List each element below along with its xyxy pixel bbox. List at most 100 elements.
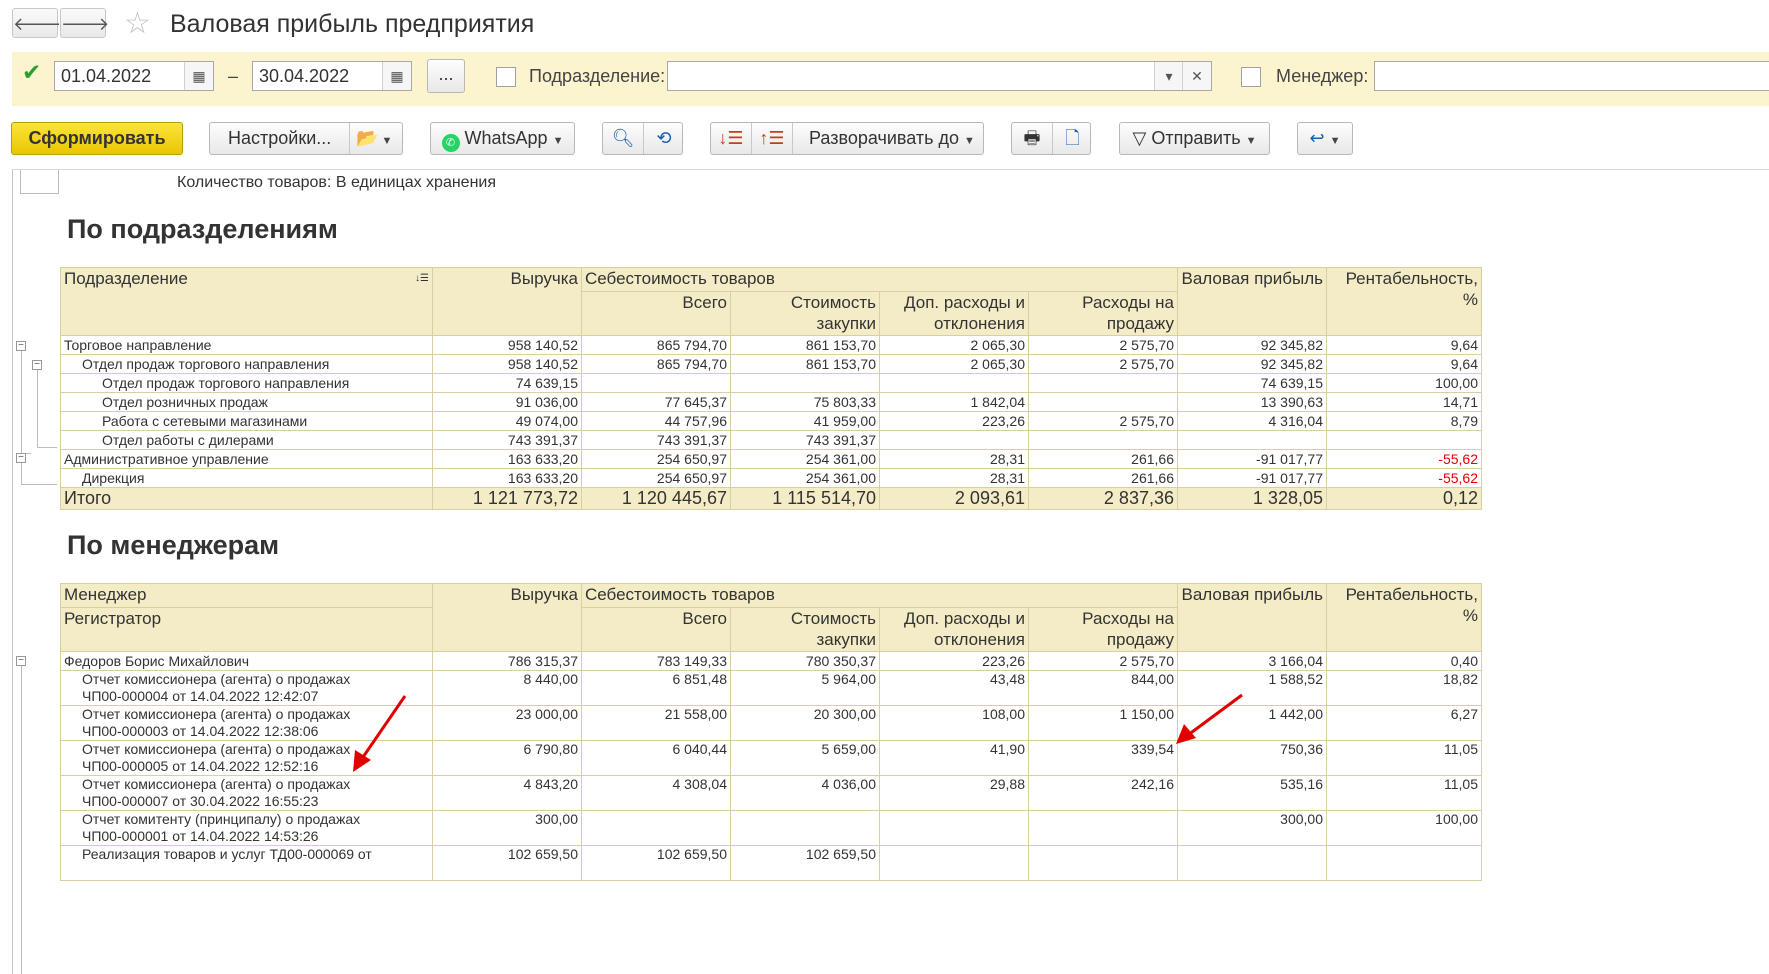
cell-registrar[interactable]: Отчет комиссионера (агента) о продажах ЧП… (60, 775, 433, 811)
cell-cost-total: 254 650,97 (581, 449, 731, 469)
cell-revenue: 786 315,37 (432, 651, 582, 671)
cell-revenue: 4 843,20 (432, 775, 582, 811)
cell-cost-total: 4 308,04 (581, 775, 731, 811)
print-icon[interactable]: 🖶 (1012, 123, 1052, 154)
managers-table: Менеджер Выручка Себестоимость товаров В… (60, 583, 1482, 881)
cell-profitability: -55,62 (1326, 449, 1482, 469)
arrow-left-icon: 🡐 (13, 14, 62, 34)
table-row[interactable]: Реализация товаров и услуг ТД00-000069 о… (60, 845, 1482, 881)
cell-sale-expenses: 261,66 (1028, 449, 1178, 469)
search-refresh-icon[interactable]: ⟲ (644, 123, 684, 154)
cell-sale-expenses: 2 575,70 (1028, 354, 1178, 374)
clear-icon[interactable]: ✕ (1182, 62, 1211, 90)
col-header-gross-profit: Валовая прибыль (1177, 267, 1327, 336)
cell-extra: 43,48 (879, 670, 1029, 706)
collapse-icon[interactable]: − (16, 453, 26, 463)
col-header-purchase: Стоимость закупки (730, 291, 880, 336)
folder-icon[interactable]: 📂 ▼ (356, 123, 392, 157)
period-select-button[interactable]: ... (427, 59, 465, 93)
cell-sale-expenses (1028, 392, 1178, 412)
cell-sale-expenses (1028, 845, 1178, 881)
cell-name: Отдел продаж торгового направления (60, 354, 433, 374)
cell-sale-expenses: 2 837,36 (1028, 487, 1178, 510)
subdivision-checkbox[interactable] (496, 67, 516, 87)
col-header-extra: Доп. расходы и отклонения (879, 607, 1029, 652)
manager-field[interactable] (1374, 61, 1769, 91)
subdivision-field[interactable]: ▾ ✕ (667, 61, 1212, 91)
sort-icon[interactable]: ↓☰ (415, 269, 429, 290)
date-from-field[interactable]: 01.04.2022 ▦ (54, 61, 214, 91)
generate-button[interactable]: Сформировать (11, 122, 183, 155)
col-header-gross-profit: Валовая прибыль (1177, 583, 1327, 652)
table-row[interactable]: Отчет комиссионера (агента) о продажах ЧП… (60, 740, 1482, 776)
col-header-purchase: Стоимость закупки (730, 607, 880, 652)
collapse-icon[interactable]: − (16, 656, 26, 666)
date-to-field[interactable]: 30.04.2022 ▦ (252, 61, 412, 91)
table-row[interactable]: Административное управление 163 633,20 254… (60, 449, 1482, 469)
registrar-title: Отчет комиссионера (агента) о продажах (82, 671, 351, 688)
forward-button[interactable]: 🡒 (60, 8, 109, 38)
cell-registrar[interactable]: Реализация товаров и услуг ТД00-000069 о… (60, 845, 433, 881)
cell-gross-profit: 3 166,04 (1177, 651, 1327, 671)
cell-profitability: 11,05 (1326, 740, 1482, 776)
favorite-star-icon[interactable]: ☆ (124, 6, 151, 41)
cell-revenue: 163 633,20 (432, 468, 582, 488)
cell-profitability: 6,27 (1326, 705, 1482, 741)
manager-checkbox[interactable] (1241, 67, 1261, 87)
table-row[interactable]: Отчет комиссионера (агента) о продажах ЧП… (60, 775, 1482, 811)
table-row[interactable]: Дирекция 163 633,20 254 650,97 254 361,00 28… (60, 468, 1482, 488)
cell-gross-profit: 92 345,82 (1177, 335, 1327, 355)
cell-profitability: 100,00 (1326, 373, 1482, 393)
col-header-subdivision[interactable]: Подразделение ↓☰ (60, 267, 433, 336)
cell-extra (879, 373, 1029, 393)
back-button[interactable]: 🡐 (12, 8, 62, 38)
cell-profitability: -55,62 (1326, 468, 1482, 488)
col-header-manager: Менеджер (60, 583, 433, 608)
cell-cost-total: 783 149,33 (581, 651, 731, 671)
search-icon[interactable]: 🔍︎ (603, 123, 643, 154)
table-row[interactable]: Отчет комиссионера (агента) о продажах ЧП… (60, 670, 1482, 706)
more-actions-button[interactable]: ↩ ▼ (1297, 122, 1353, 155)
cell-purchase: 861 153,70 (730, 335, 880, 355)
cell-revenue: 1 121 773,72 (432, 487, 582, 510)
cell-cost-total: 102 659,50 (581, 845, 731, 881)
calendar-icon[interactable]: ▦ (184, 62, 213, 90)
cell-registrar[interactable]: Отчет комитенту (принципалу) о продажах Ч… (60, 810, 433, 846)
cell-gross-profit: 1 328,05 (1177, 487, 1327, 510)
table-row[interactable]: Отчет комитенту (принципалу) о продажах Ч… (60, 810, 1482, 846)
send-button[interactable]: ▽ Отправить ▼ (1119, 122, 1270, 155)
preview-icon[interactable]: 🗋 (1053, 123, 1092, 154)
dropdown-icon[interactable]: ▾ (1154, 62, 1183, 90)
filter-bar: 01.04.2022 ▦ – 30.04.2022 ▦ ... Подразде… (12, 52, 1769, 106)
settings-button[interactable]: Настройки... 📂 ▼ (209, 122, 403, 155)
cell-cost-total: 44 757,96 (581, 411, 731, 431)
cell-cost-total: 1 120 445,67 (581, 487, 731, 510)
collapse-icon[interactable]: − (32, 360, 42, 370)
table-row[interactable]: Отдел продаж торгового направления 74 639… (60, 373, 1482, 393)
cell-extra: 28,31 (879, 449, 1029, 469)
cell-profitability: 0,12 (1326, 487, 1482, 510)
sort-down-icon[interactable]: ↓☰ (711, 123, 751, 154)
table-row[interactable]: Отчет комиссионера (агента) о продажах ЧП… (60, 705, 1482, 741)
cell-cost-total: 865 794,70 (581, 354, 731, 374)
collapse-icon[interactable]: − (16, 341, 26, 351)
table-row[interactable]: Отдел работы с дилерами 743 391,37 743 391… (60, 430, 1482, 450)
expand-to-button[interactable]: Разворачивать до ▼ (809, 123, 975, 157)
table-row[interactable]: Отдел продаж торгового направления 958 14… (60, 354, 1482, 374)
manager-row[interactable]: Федоров Борис Михайлович 786 315,37 783 14… (60, 651, 1482, 671)
cell-extra: 28,31 (879, 468, 1029, 488)
table-row[interactable]: Работа с сетевыми магазинами 49 074,00 44 … (60, 411, 1482, 431)
print-group: 🖶 🗋 (1011, 122, 1091, 155)
table-row[interactable]: Отдел розничных продаж 91 036,00 77 645,37… (60, 392, 1482, 412)
cell-sale-expenses: 2 575,70 (1028, 651, 1178, 671)
cell-purchase: 4 036,00 (730, 775, 880, 811)
cell-profitability: 18,82 (1326, 670, 1482, 706)
quantity-note: Количество товаров: В единицах хранения (177, 174, 497, 191)
whatsapp-button[interactable]: ✆ WhatsApp ▼ (430, 122, 575, 155)
cell-profitability (1326, 430, 1482, 450)
period-checkbox[interactable] (21, 59, 41, 86)
calendar-icon[interactable]: ▦ (382, 62, 411, 90)
cell-cost-total: 21 558,00 (581, 705, 731, 741)
sort-up-icon[interactable]: ↑☰ (752, 123, 792, 154)
table-row[interactable]: Торговое направление 958 140,52 865 794,70… (60, 335, 1482, 355)
